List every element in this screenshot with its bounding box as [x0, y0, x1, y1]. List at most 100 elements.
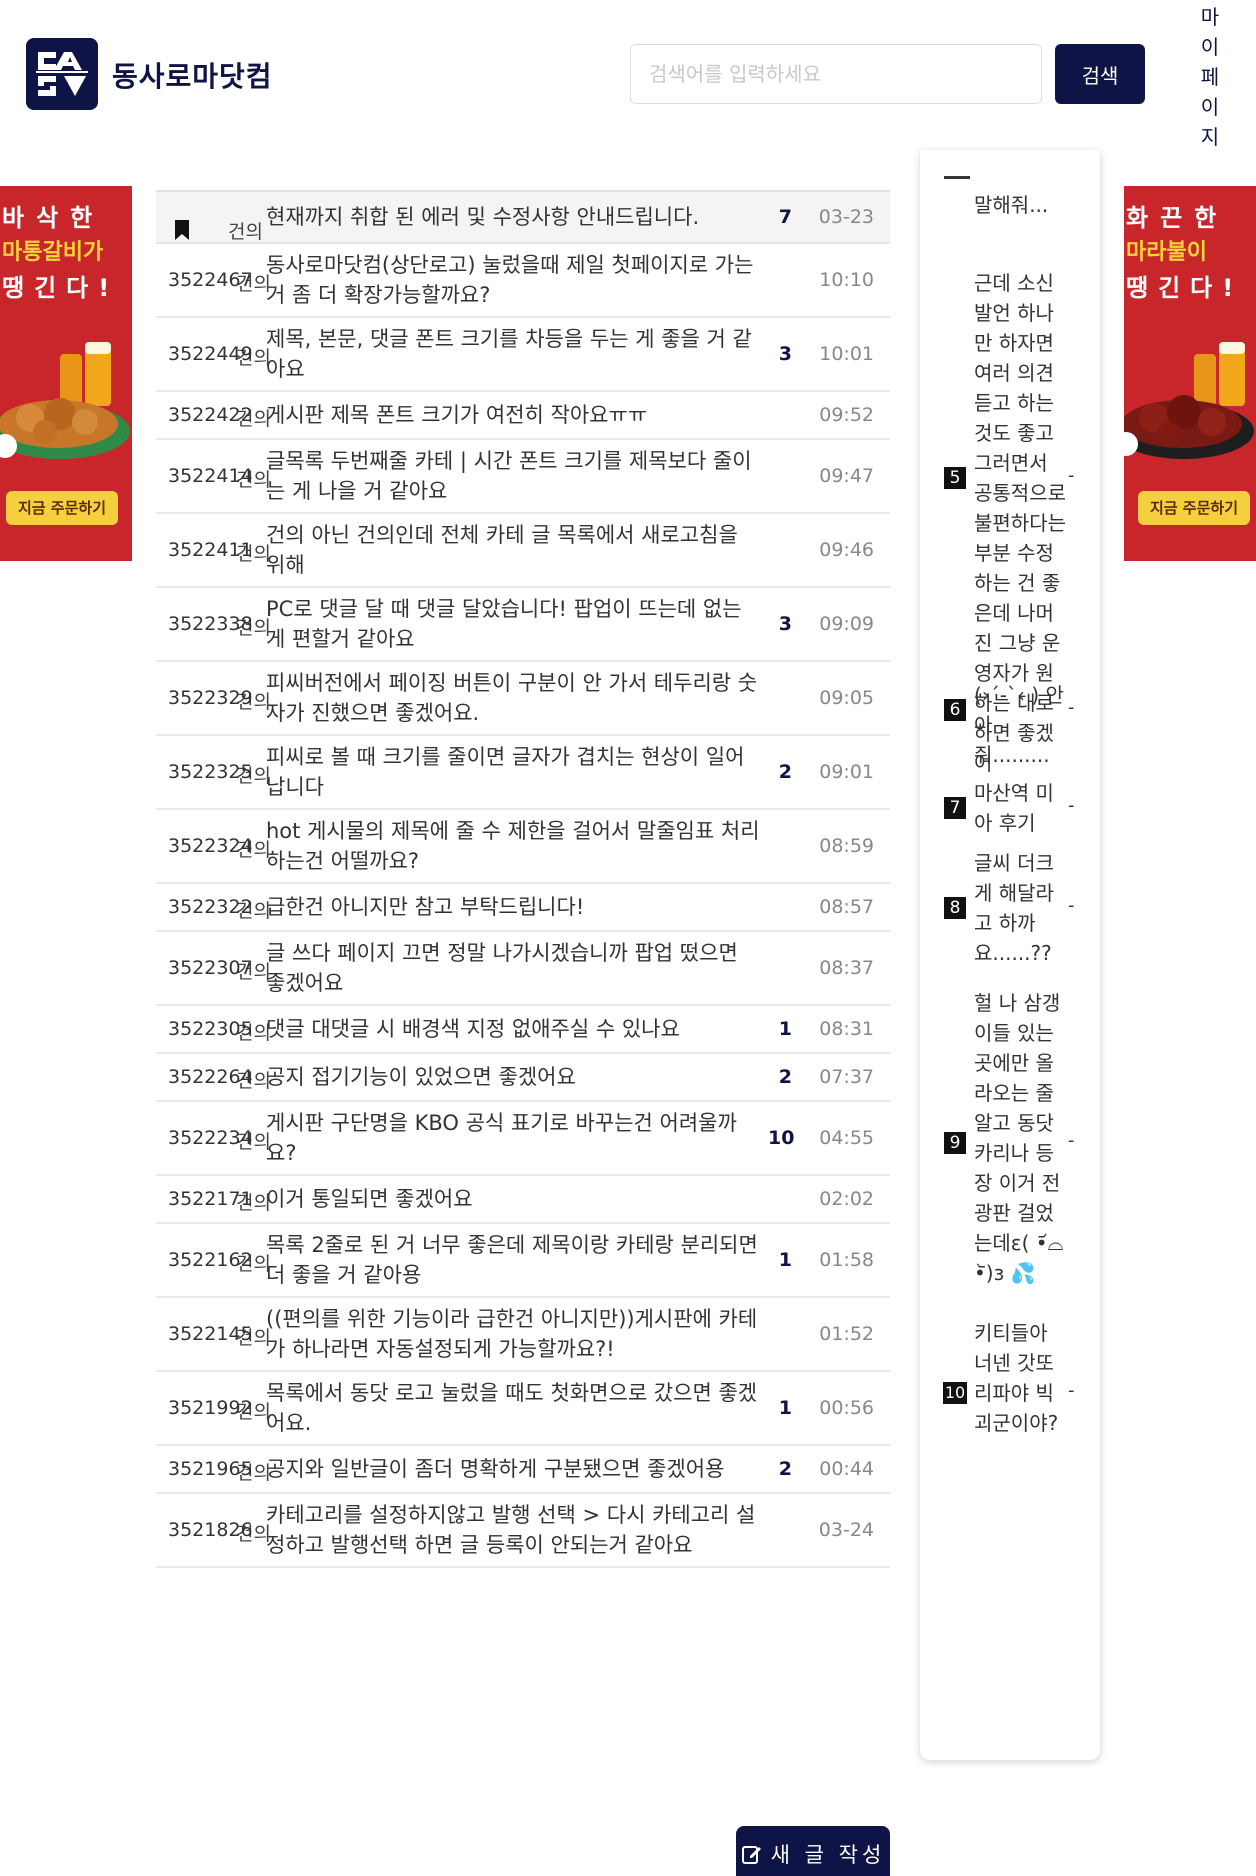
spicy-chicken-image — [1124, 342, 1254, 459]
post-number: 3522411 건의 — [156, 539, 271, 565]
table-row[interactable]: 3522325 건의 피씨로 볼 때 크기를 줄이면 글자가 겹치는 현상이 일어납… — [156, 736, 890, 810]
post-time: 02:02 — [819, 1188, 874, 1210]
post-title[interactable]: 댓글 대댓글 시 배경색 지정 없애주실 수 있나요 — [266, 1014, 768, 1044]
post-title[interactable]: 동사로마닷컴(상단로고) 눌렀을때 제일 첫페이지로 가는거 좀 더 확장가능할… — [266, 250, 768, 310]
site-logo[interactable] — [26, 38, 98, 110]
post-title[interactable]: 카테고리를 설정하지않고 발행 선택 > 다시 카테고리 설정하고 발행선택 하… — [266, 1500, 768, 1560]
table-row[interactable]: 3522145 건의 ((편의를 위한 기능이라 급한건 아니지만))게시판에 카테… — [156, 1298, 890, 1372]
ad-tagline: 땡긴다! — [1126, 274, 1244, 302]
ad-headline: 바삭한 — [2, 204, 105, 232]
popular-post-item[interactable]: 8 글씨 더크게 해달라고 하까요......?? - — [920, 848, 1100, 968]
popular-post-item[interactable]: 6 (›´-`‹ ) 안아줘......... - — [920, 680, 1100, 767]
post-time: 08:37 — [819, 957, 874, 979]
rank-badge: 6 — [944, 699, 966, 721]
table-row[interactable]: 3522234 건의 게시판 구단명을 KBO 공식 표기로 바꾸는건 어려울까요?… — [156, 1102, 890, 1176]
ad-menu-name: 마라불이 — [1126, 240, 1207, 265]
post-title[interactable]: 게시판 구단명을 KBO 공식 표기로 바꾸는건 어려울까요? — [266, 1108, 768, 1168]
table-row[interactable]: 3522338 건의 PC로 댓글 달 때 댓글 달았습니다! 팝업이 뜨는데 없는… — [156, 588, 890, 662]
popular-post-item[interactable]: 10 키티들아 너넨 갓또리파야 빅괴군이야? - — [920, 1318, 1100, 1468]
post-title[interactable]: 건의 아닌 건의인데 전체 카테 글 목록에서 새로고침을 위해 — [266, 520, 768, 580]
table-row[interactable]: 3522162 건의 목록 2줄로 된 거 너무 좋은데 제목이랑 카테랑 분리되면… — [156, 1224, 890, 1298]
post-title[interactable]: 목록 2줄로 된 거 너무 좋은데 제목이랑 카테랑 분리되면 더 좋을 거 같… — [266, 1230, 768, 1290]
table-row[interactable]: 3522449 건의 제목, 본문, 댓글 폰트 크기를 차등을 두는 게 좋을 거… — [156, 318, 890, 392]
post-title[interactable]: 이거 통일되면 좋겠어요 — [266, 1184, 768, 1214]
post-title[interactable]: PC로 댓글 달 때 댓글 달았습니다! 팝업이 뜨는데 없는게 편할거 같아요 — [266, 594, 768, 654]
post-title[interactable]: 제목, 본문, 댓글 폰트 크기를 차등을 두는 게 좋을 거 같아요 — [266, 324, 768, 384]
post-time: 08:59 — [819, 835, 874, 857]
post-title[interactable]: ((편의를 위한 기능이라 급한건 아니지만))게시판에 카테가 하나라면 자동… — [266, 1304, 768, 1364]
comment-count: 3 — [778, 613, 792, 635]
post-title[interactable]: 게시판 제목 폰트 크기가 여전히 작아요ㅠㅠ — [266, 400, 768, 430]
popular-post-item[interactable]: 9 헐 나 삼갱이들 있는 곳에만 올라오는 줄 알고 동닷 카리나 등장 이거 … — [920, 988, 1100, 1298]
post-title[interactable]: 급한건 아니지만 참고 부탁드립니다! — [266, 892, 768, 922]
post-id: 3522338 — [168, 613, 253, 635]
popular-post-text[interactable]: 글씨 더크게 해달라고 하까요......?? — [974, 848, 1068, 968]
rank-change: - — [1068, 697, 1075, 718]
post-title[interactable]: 피씨버전에서 페이징 버튼이 구분이 안 가서 테두리랑 숫자가 진했으면 좋겠… — [266, 668, 768, 728]
post-title[interactable]: 공지와 일반글이 좀더 명확하게 구분됐으면 좋겠어용 — [266, 1454, 768, 1484]
post-time: 09:05 — [819, 687, 874, 709]
post-time: 09:46 — [819, 539, 874, 561]
comment-count: 2 — [778, 1458, 792, 1480]
mypage-link[interactable]: 마이페이지 — [1198, 2, 1222, 152]
post-time: 08:31 — [819, 1018, 874, 1040]
search-button[interactable]: 검색 — [1055, 44, 1145, 104]
post-title[interactable]: 공지 접기기능이 있었으면 좋겠어요 — [266, 1062, 768, 1092]
ad-order-button[interactable]: 지금 주문하기 — [1138, 491, 1250, 525]
site-name[interactable]: 동사로마닷컴 — [112, 55, 273, 95]
post-list: 건의 현재까지 취합 된 에러 및 수정사항 안내드립니다. 7 03-23 3… — [156, 190, 890, 1568]
table-row[interactable]: 3522324 건의 hot 게시물의 제목에 줄 수 제한을 걸어서 말줄임표 처… — [156, 810, 890, 884]
popular-post-text[interactable]: 말해줘... — [974, 190, 1068, 220]
ad-banner-right[interactable]: 화끈한 마라불이 땡긴다! 지금 주문하기 — [1124, 186, 1256, 561]
popular-post-text[interactable]: (›´-`‹ ) 안아줘......... — [974, 680, 1068, 770]
table-row[interactable]: 3522322 건의 급한건 아니지만 참고 부탁드립니다! 08:57 — [156, 884, 890, 932]
table-row[interactable]: 3522329 건의 피씨버전에서 페이징 버튼이 구분이 안 가서 테두리랑 숫자… — [156, 662, 890, 736]
search-input[interactable] — [630, 44, 1042, 104]
post-number: 3522171 건의 — [156, 1188, 271, 1214]
ad-menu-name: 마통갈비가 — [2, 240, 104, 265]
ad-banner-left[interactable]: 바삭한 마통갈비가 땡긴다! 지금 주문하기 — [0, 186, 132, 561]
post-time: 04:55 — [819, 1127, 874, 1149]
table-row[interactable]: 3522305 건의 댓글 대댓글 시 배경색 지정 없애주실 수 있나요 1 08:3… — [156, 1006, 890, 1054]
post-id: 3522449 — [168, 343, 253, 365]
post-title[interactable]: hot 게시물의 제목에 줄 수 제한을 걸어서 말줄임표 처리하는건 어떨까요… — [266, 816, 768, 876]
popular-posts-sidebar: 말해줘... 5 근데 소신발언 하나만 하자면 여러 의견 듣고 하는 것도 좋… — [920, 150, 1100, 1760]
table-row[interactable]: 3522467 건의 동사로마닷컴(상단로고) 눌렀을때 제일 첫페이지로 가는거 … — [156, 244, 890, 318]
write-post-button[interactable]: 새 글 작성 — [736, 1826, 890, 1876]
post-number: 3522322 건의 — [156, 896, 271, 922]
rank-change: - — [1068, 895, 1075, 916]
post-time: 09:01 — [819, 761, 874, 783]
popular-post-item[interactable]: 7 마산역 미아 후기 - — [920, 778, 1100, 838]
post-title[interactable]: 피씨로 볼 때 크기를 줄이면 글자가 겹치는 현상이 일어납니다 — [266, 742, 768, 802]
post-title[interactable]: 목록에서 동닷 로고 눌렀을 때도 첫화면으로 갔으면 좋겠어요. — [266, 1378, 768, 1438]
popular-post-text[interactable]: 헐 나 삼갱이들 있는 곳에만 올라오는 줄 알고 동닷 카리나 등장 이거 전… — [974, 988, 1068, 1288]
notice-row[interactable]: 건의 현재까지 취합 된 에러 및 수정사항 안내드립니다. 7 03-23 — [156, 190, 890, 244]
table-row[interactable]: 3522414 건의 글목록 두번째줄 카테 | 시간 폰트 크기를 제목보다 줄이… — [156, 440, 890, 514]
table-row[interactable]: 3522171 건의 이거 통일되면 좋겠어요 02:02 — [156, 1176, 890, 1224]
comment-count: 10 — [768, 1127, 795, 1149]
post-title[interactable]: 현재까지 취합 된 에러 및 수정사항 안내드립니다. — [266, 202, 768, 232]
table-row[interactable]: 3522422 건의 게시판 제목 폰트 크기가 여전히 작아요ㅠㅠ 09:52 — [156, 392, 890, 440]
post-number: 3522329 건의 — [156, 687, 271, 713]
table-row[interactable]: 3522264 건의 공지 접기기능이 있었으면 좋겠어요 2 07:37 — [156, 1054, 890, 1102]
table-row[interactable]: 3522307 건의 글 쓰다 페이지 끄면 정말 나가시겠습니까 팝업 떴으면 좋… — [156, 932, 890, 1006]
table-row[interactable]: 3521826 건의 카테고리를 설정하지않고 발행 선택 > 다시 카테고리 설정… — [156, 1494, 890, 1568]
ad-order-button[interactable]: 지금 주문하기 — [6, 491, 118, 525]
post-number: 3522307 건의 — [156, 957, 271, 983]
popular-post-text[interactable]: 키티들아 너넨 갓또리파야 빅괴군이야? — [974, 1318, 1068, 1438]
post-title[interactable]: 글 쓰다 페이지 끄면 정말 나가시겠습니까 팝업 떴으면 좋겠어요 — [266, 938, 768, 998]
post-time: 09:09 — [819, 613, 874, 635]
rank-badge: 10 — [943, 1382, 967, 1404]
write-post-label: 새 글 작성 — [770, 1843, 886, 1867]
table-row[interactable]: 3521992 건의 목록에서 동닷 로고 눌렀을 때도 첫화면으로 갔으면 좋겠어… — [156, 1372, 890, 1446]
site-header: 동사로마닷컴 검색 마이페이지 — [0, 0, 1256, 150]
popular-post-item[interactable]: 5 근데 소신발언 하나만 하자면 여러 의견 듣고 하는 것도 좋고 그러면서 … — [920, 268, 1100, 775]
post-id: 3522467 — [168, 269, 253, 291]
post-number: 3522325 건의 — [156, 761, 271, 787]
popular-post-text[interactable]: 마산역 미아 후기 — [974, 778, 1068, 838]
post-number: 3522338 건의 — [156, 613, 271, 639]
post-title[interactable]: 글목록 두번째줄 카테 | 시간 폰트 크기를 제목보다 줄이는 게 나을 거 … — [266, 446, 768, 506]
table-row[interactable]: 3522411 건의 건의 아닌 건의인데 전체 카테 글 목록에서 새로고침을 위… — [156, 514, 890, 588]
post-time: 09:47 — [819, 465, 874, 487]
table-row[interactable]: 3521965 건의 공지와 일반글이 좀더 명확하게 구분됐으면 좋겠어용 2 00:… — [156, 1446, 890, 1494]
